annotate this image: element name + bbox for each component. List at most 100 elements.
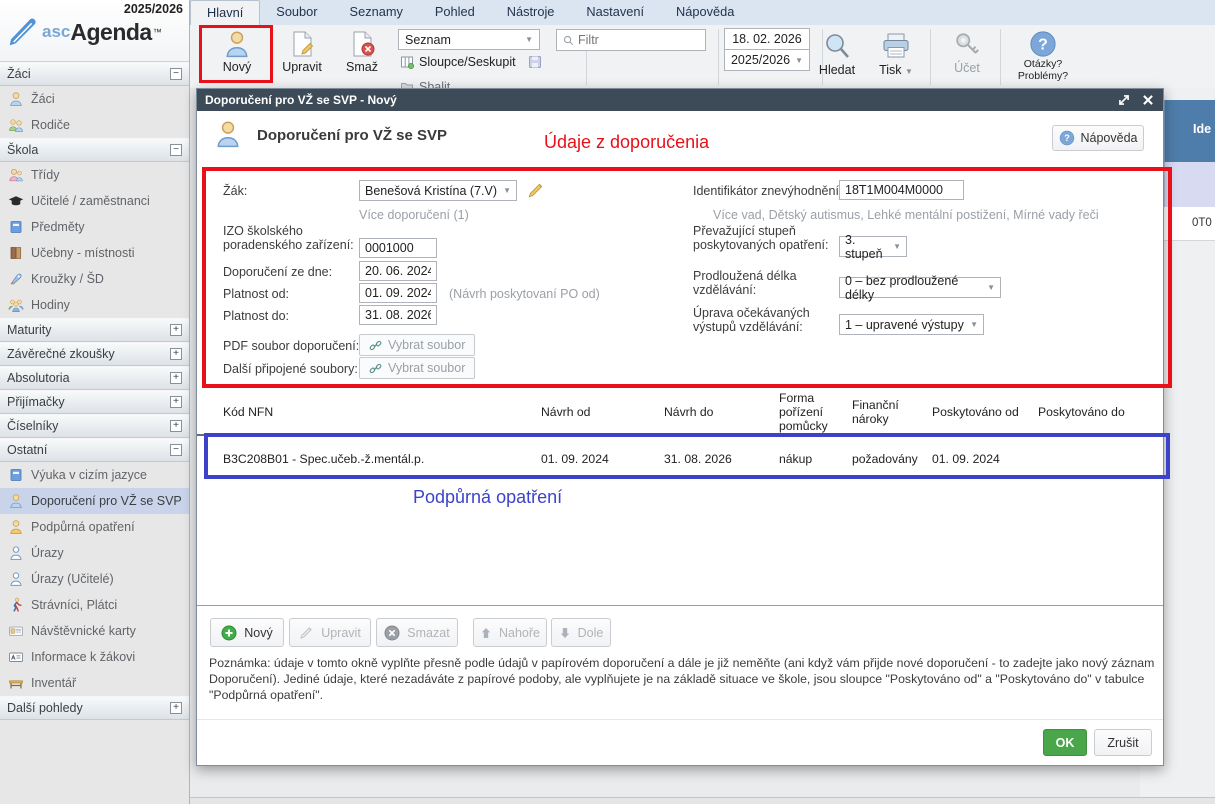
col-header[interactable]: Návrh do xyxy=(664,405,779,419)
row-down-button[interactable]: Dole xyxy=(551,618,611,647)
logo-text-asc: asc xyxy=(42,22,70,42)
sidebar-item-label: Strávníci, Plátci xyxy=(31,598,117,612)
col-header[interactable]: Kód NFN xyxy=(223,405,541,419)
sidebar-section-skola[interactable]: Škola− xyxy=(0,138,189,162)
save-layout-icon[interactable] xyxy=(528,55,542,69)
vice-doporuceni-link[interactable]: Více doporučení (1) xyxy=(359,208,469,222)
row-new-button[interactable]: Nový xyxy=(210,618,284,647)
pdf-vybrat-soubor-button[interactable]: Vybrat soubor xyxy=(359,334,475,356)
platnost-od-input[interactable] xyxy=(359,283,437,303)
col-header[interactable]: Poskytováno do xyxy=(1038,405,1161,419)
menu-tab-soubor[interactable]: Soubor xyxy=(260,0,333,25)
identifikator-input[interactable] xyxy=(839,180,964,200)
sidebar-section-zaci[interactable]: Žáci− xyxy=(0,62,189,86)
delete-button[interactable]: Smaž xyxy=(336,29,388,74)
stupen-select[interactable]: 3. stupeň▼ xyxy=(839,236,907,257)
delka-select[interactable]: 0 – bez prodloužené délky▼ xyxy=(839,277,1001,298)
search-icon xyxy=(563,35,574,46)
menu-tab-nastroje[interactable]: Nástroje xyxy=(491,0,571,25)
sidebar-item-zaci[interactable]: Žáci xyxy=(0,86,189,112)
sidebar-item-doporuceni-svp[interactable]: Doporučení pro VŽ se SVP xyxy=(0,488,189,514)
sidebar-section-ciselniky[interactable]: Číselníky+ xyxy=(0,414,189,438)
expand-toggle[interactable]: + xyxy=(170,324,182,336)
edit-button[interactable]: Upravit xyxy=(272,29,332,74)
expand-toggle[interactable]: + xyxy=(170,420,182,432)
col-header[interactable]: Forma pořízení pomůcky xyxy=(779,391,852,433)
cancel-button[interactable]: Zrušit xyxy=(1094,729,1152,756)
sidebar-item-ucitele[interactable]: Učitelé / zaměstnanci xyxy=(0,188,189,214)
sidebar-item-urazy[interactable]: Úrazy xyxy=(0,540,189,566)
new-button[interactable]: Nový xyxy=(208,29,266,74)
expand-toggle[interactable]: + xyxy=(170,702,182,714)
platnost-do-input[interactable] xyxy=(359,305,437,325)
print-button[interactable]: Tisk ▼ xyxy=(870,30,922,77)
filter-input[interactable] xyxy=(578,33,688,47)
cell-naroky: požadovány xyxy=(852,452,932,466)
sidebar-item-krouzky[interactable]: Kroužky / ŠD xyxy=(0,266,189,292)
menu-tab-nastaveni[interactable]: Nastavení xyxy=(570,0,660,25)
sidebar-section-zaverecne[interactable]: Závěrečné zkoušky+ xyxy=(0,342,189,366)
col-header[interactable]: Finanční nároky xyxy=(852,398,932,426)
sidebar-item-vyuka-cizi-jazyk[interactable]: Výuka v cizím jazyce xyxy=(0,462,189,488)
help-line1: Otázky? xyxy=(1024,59,1063,70)
background-column-header[interactable]: Ide xyxy=(1164,100,1215,162)
year-select[interactable]: 2025/2026▼ xyxy=(724,49,810,71)
platnost-od-label: Platnost od: xyxy=(223,287,289,301)
columns-group-button[interactable]: Sloupce/Seskupit xyxy=(400,55,516,69)
edit-pencil-icon[interactable] xyxy=(527,181,545,199)
collapse-toggle[interactable]: − xyxy=(170,68,182,80)
ze-dne-input[interactable] xyxy=(359,261,437,281)
ok-button[interactable]: OK xyxy=(1043,729,1087,756)
zak-select[interactable]: Benešová Kristína (7.V)▼ xyxy=(359,180,517,201)
menu-tab-napoveda[interactable]: Nápověda xyxy=(660,0,750,25)
background-data-row[interactable]: 0T0 xyxy=(1164,207,1215,241)
sidebar-section-ostatni[interactable]: Ostatní− xyxy=(0,438,189,462)
vystupy-select[interactable]: 1 – upravené výstupy▼ xyxy=(839,314,984,335)
expand-toggle[interactable]: + xyxy=(170,372,182,384)
sidebar-item-informace-k-zakovi[interactable]: Informace k žákovi xyxy=(0,644,189,670)
row-up-button[interactable]: Nahoře xyxy=(473,618,547,647)
expand-toggle[interactable]: + xyxy=(170,348,182,360)
sidebar-item-rodice[interactable]: Rodiče xyxy=(0,112,189,138)
search-button[interactable]: Hledat xyxy=(810,30,864,77)
sidebar-item-label: Předměty xyxy=(31,220,85,234)
sidebar-item-ucebny[interactable]: Učebny - místnosti xyxy=(0,240,189,266)
sidebar-item-predmety[interactable]: Předměty xyxy=(0,214,189,240)
date-field[interactable]: 18. 02. 2026 xyxy=(724,28,810,50)
napoveda-button[interactable]: ? Nápověda xyxy=(1052,125,1144,151)
sidebar-section-prijimacky[interactable]: Přijímačky+ xyxy=(0,390,189,414)
identifikator-desc: Více vad, Dětský autismus, Lehké mentáln… xyxy=(713,208,1099,222)
view-select[interactable]: Seznam▼ xyxy=(398,29,540,50)
sidebar-item-urazy-ucitele[interactable]: Úrazy (Učitelé) xyxy=(0,566,189,592)
dialog-titlebar[interactable]: Doporučení pro VŽ se SVP - Nový xyxy=(197,89,1163,111)
row-edit-button[interactable]: Upravit xyxy=(289,618,371,647)
menu-tab-pohled[interactable]: Pohled xyxy=(419,0,491,25)
sidebar-item-podpurna-opatreni[interactable]: Podpůrná opatření xyxy=(0,514,189,540)
sidebar-item-tridy[interactable]: Třídy xyxy=(0,162,189,188)
sidebar-item-inventar[interactable]: Inventář xyxy=(0,670,189,696)
sidebar-section-dalsi-pohledy[interactable]: Další pohledy+ xyxy=(0,696,189,720)
sidebar-section-absolutoria[interactable]: Absolutoria+ xyxy=(0,366,189,390)
sidebar-item-hodiny[interactable]: Hodiny xyxy=(0,292,189,318)
vybrat-soubor-label: Vybrat soubor xyxy=(388,361,465,375)
menu-tab-hlavni[interactable]: Hlavní xyxy=(190,0,260,25)
account-button[interactable]: Účet xyxy=(942,30,992,75)
collapse-toggle[interactable]: − xyxy=(170,444,182,456)
table-row[interactable]: B3C208B01 - Spec.učeb.-ž.mentál.p. 01. 0… xyxy=(197,440,1161,478)
expand-toggle[interactable]: + xyxy=(170,396,182,408)
sidebar-section-maturity[interactable]: Maturity+ xyxy=(0,318,189,342)
close-icon[interactable] xyxy=(1141,93,1155,107)
background-filter-row[interactable] xyxy=(1164,162,1215,207)
col-header[interactable]: Návrh od xyxy=(541,405,664,419)
sidebar-item-navstevnicke-karty[interactable]: Návštěvnické karty xyxy=(0,618,189,644)
izo-input[interactable] xyxy=(359,238,437,258)
maximize-icon[interactable] xyxy=(1117,93,1131,107)
sidebar-item-stravnici[interactable]: Strávníci, Plátci xyxy=(0,592,189,618)
row-delete-button[interactable]: Smazat xyxy=(376,618,458,647)
collapse-toggle[interactable]: − xyxy=(170,144,182,156)
menu-tab-seznamy[interactable]: Seznamy xyxy=(334,0,419,25)
help-questions-button[interactable]: ? Otázky? Problémy? xyxy=(1010,30,1076,81)
col-header[interactable]: Poskytováno od xyxy=(932,405,1038,419)
sidebar-item-label: Kroužky / ŠD xyxy=(31,272,104,286)
dalsi-vybrat-soubor-button[interactable]: Vybrat soubor xyxy=(359,357,475,379)
